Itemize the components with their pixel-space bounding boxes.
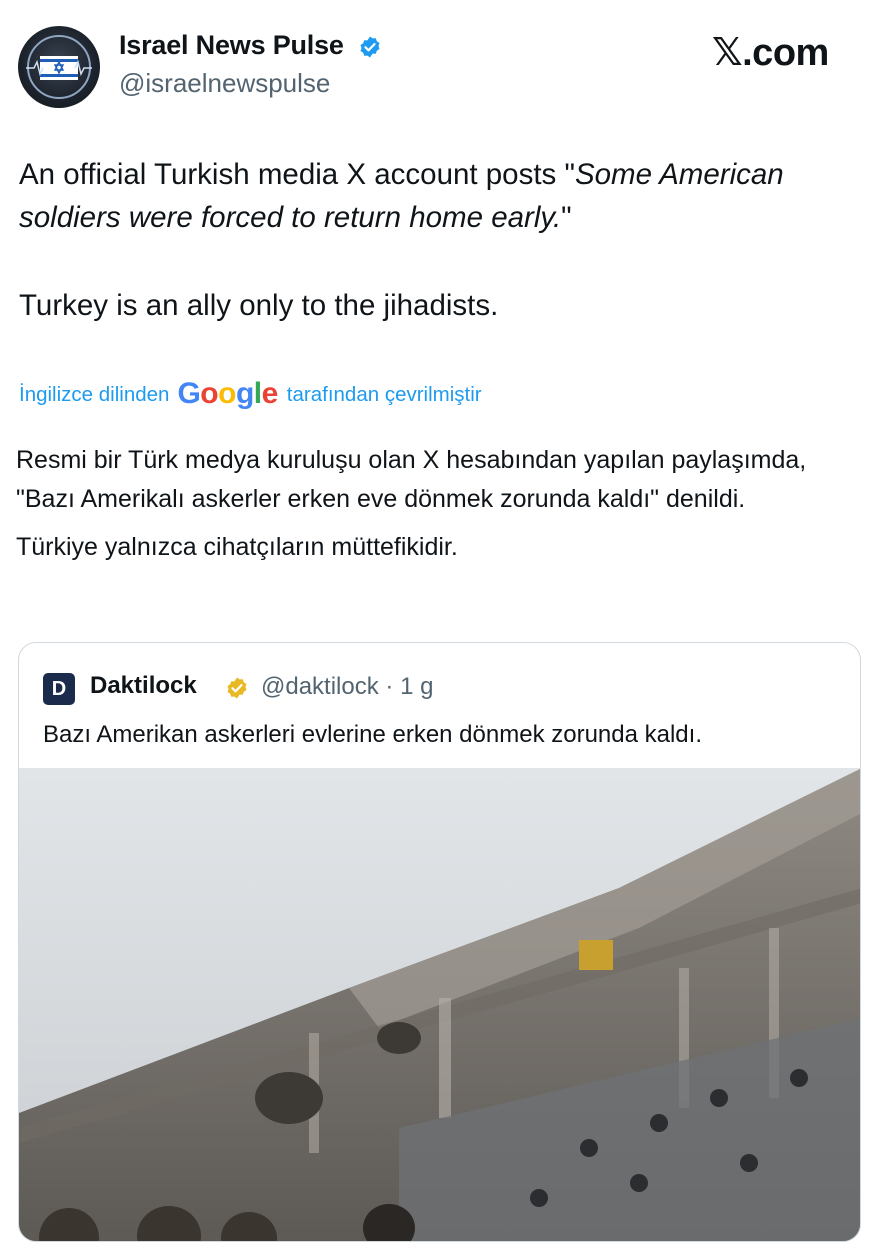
author-handle[interactable]: @israelnewspulse xyxy=(119,68,330,99)
post-paragraph-1: An official Turkish media X account post… xyxy=(19,153,869,239)
brand-suffix: .com xyxy=(742,32,829,74)
verified-badge-icon xyxy=(360,36,380,58)
post-paragraph-2: Turkey is an ally only to the jihadists. xyxy=(19,289,499,322)
translation-prefix[interactable]: İngilizce dilinden xyxy=(19,383,169,407)
translated-paragraph-2: Türkiye yalnızca cihatçıların müttefikid… xyxy=(16,533,458,561)
translation-suffix[interactable]: tarafından çevrilmiştir xyxy=(287,383,482,407)
author-name[interactable]: Israel News Pulse xyxy=(119,30,344,61)
video-thumbnail[interactable] xyxy=(19,768,861,1242)
quote-close: " xyxy=(561,201,572,234)
quoted-handle[interactable]: @daktilock xyxy=(261,673,379,700)
quote-intro: An official Turkish media X account post… xyxy=(19,158,575,191)
x-com-brand: 𝕏.com xyxy=(712,30,829,75)
google-logo-icon: Google xyxy=(177,377,278,410)
post-text: An official Turkish media X account post… xyxy=(19,153,869,327)
meta-separator: · xyxy=(385,673,394,700)
quoted-post-card[interactable]: D Daktilock @daktilock · 1 g Bazı Amerik… xyxy=(18,642,861,1242)
quoted-avatar[interactable]: D xyxy=(43,673,75,705)
post-header: Israel News Pulse @israelnewspulse 𝕏.com xyxy=(0,0,879,120)
translation-attribution[interactable]: İngilizce dilinden Google tarafından çev… xyxy=(19,377,482,412)
quoted-author-name[interactable]: Daktilock xyxy=(90,672,197,700)
gold-verified-badge-icon xyxy=(227,677,247,699)
quoted-text: Bazı Amerikan askerleri evlerine erken d… xyxy=(43,721,702,748)
translated-text: Resmi bir Türk medya kuruluşu olan X hes… xyxy=(16,441,866,567)
quoted-time[interactable]: 1 g xyxy=(400,673,433,700)
quoted-meta: @daktilock · 1 g xyxy=(261,673,433,701)
translated-paragraph-1: Resmi bir Türk medya kuruluşu olan X hes… xyxy=(16,446,807,513)
israel-flag-logo-icon xyxy=(26,56,92,80)
author-avatar[interactable] xyxy=(18,26,100,108)
x-logo-icon: 𝕏 xyxy=(712,30,743,74)
